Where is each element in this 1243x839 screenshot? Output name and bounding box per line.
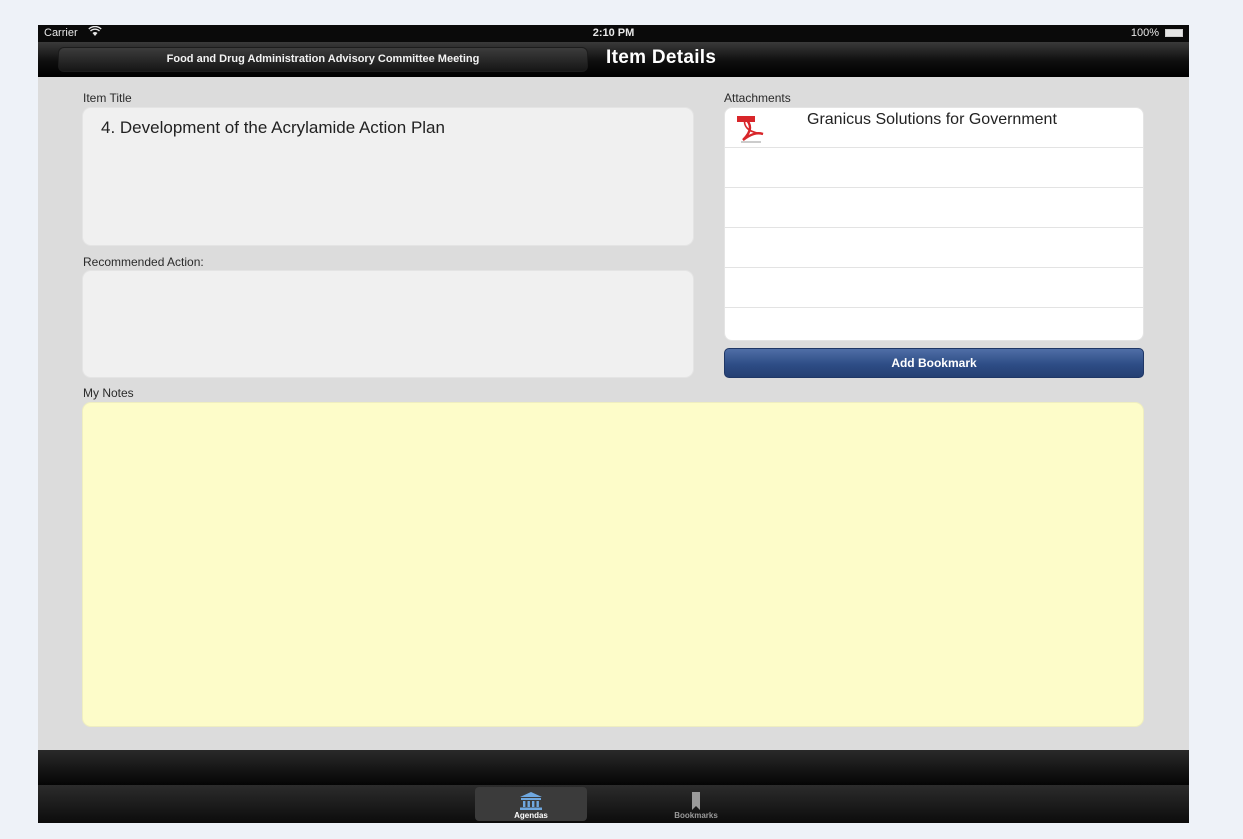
item-title-value: 4. Development of the Acrylamide Action … <box>101 118 445 137</box>
attachment-row-empty <box>725 268 1143 308</box>
attachment-row-empty <box>725 228 1143 268</box>
my-notes-field[interactable] <box>82 402 1144 727</box>
clock: 2:10 PM <box>592 27 635 39</box>
attachments-label: Attachments <box>724 91 791 105</box>
page-title: Item Details <box>606 47 717 68</box>
attachment-row-empty <box>725 148 1143 188</box>
building-icon <box>519 792 543 810</box>
pdf-icon <box>737 114 765 144</box>
status-bar: Carrier 2:10 PM 100% <box>38 25 1189 42</box>
back-button[interactable]: Food and Drug Administration Advisory Co… <box>58 47 588 72</box>
tab-agendas[interactable]: Agendas <box>475 787 587 821</box>
bottom-toolbar <box>38 750 1189 785</box>
item-title-field: 4. Development of the Acrylamide Action … <box>82 107 694 246</box>
tab-bookmarks[interactable]: Bookmarks <box>640 787 752 821</box>
item-title-label: Item Title <box>83 91 132 105</box>
battery-percent: 100% <box>1130 27 1159 39</box>
attachments-list: Granicus Solutions for Government <box>724 107 1144 341</box>
attachment-row[interactable]: Granicus Solutions for Government <box>725 108 1143 148</box>
tab-bar: Agendas Bookmarks <box>38 785 1189 823</box>
my-notes-label: My Notes <box>83 386 134 400</box>
add-bookmark-button[interactable]: Add Bookmark <box>724 348 1144 378</box>
attachment-name: Granicus Solutions for Government <box>807 111 1057 128</box>
attachment-row-empty <box>725 188 1143 228</box>
navigation-bar: Food and Drug Administration Advisory Co… <box>38 42 1189 77</box>
bookmark-icon <box>684 792 708 810</box>
tab-bookmarks-label: Bookmarks <box>674 811 718 820</box>
battery-icon <box>1165 29 1183 37</box>
ipad-screen: Carrier 2:10 PM 100% Food and Drug Admin… <box>38 25 1189 823</box>
tab-agendas-label: Agendas <box>514 811 548 820</box>
recommended-action-label: Recommended Action: <box>83 255 204 269</box>
recommended-action-field <box>82 270 694 378</box>
attachment-row-empty <box>725 308 1143 340</box>
